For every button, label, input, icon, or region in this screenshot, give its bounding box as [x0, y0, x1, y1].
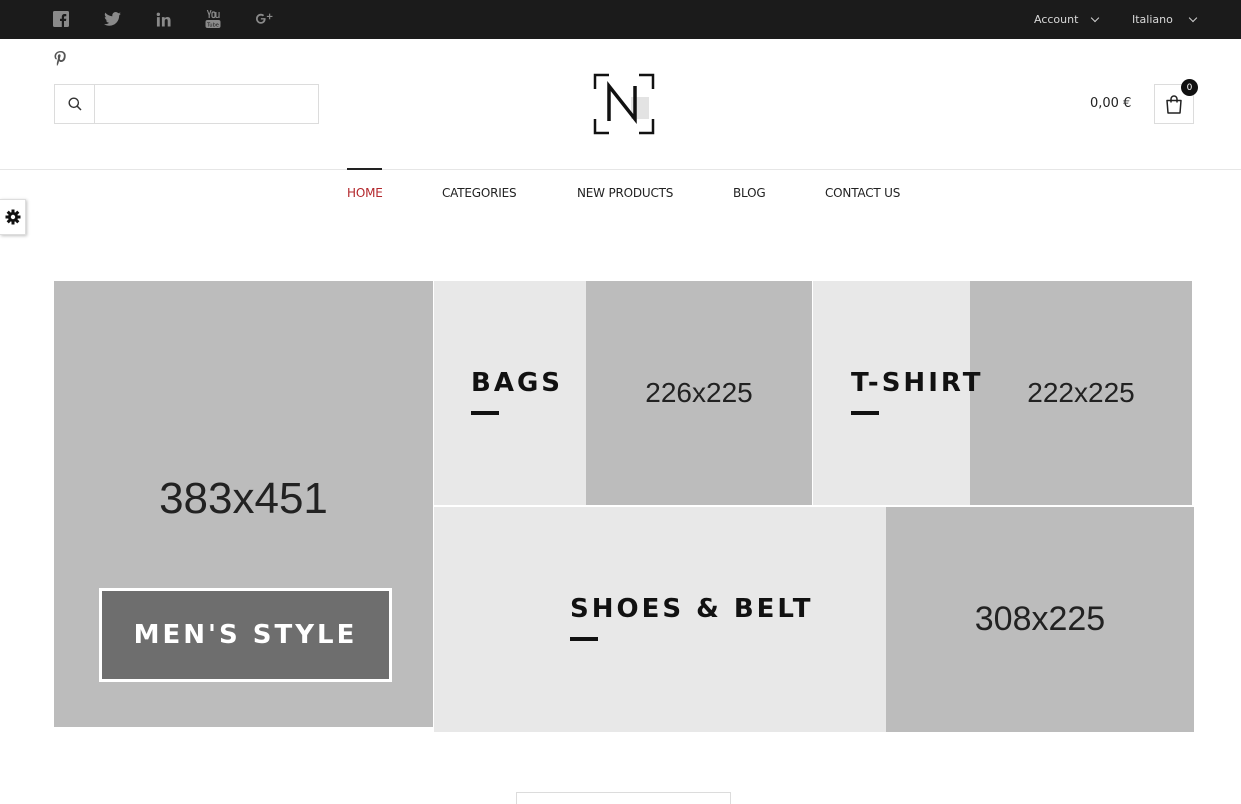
nav-item-categories[interactable]: CATEGORIES — [442, 186, 517, 200]
tshirt-placeholder-label: 222x225 — [1027, 377, 1135, 408]
section-heading-box — [516, 792, 731, 804]
bags-title: BAGS — [471, 368, 564, 398]
pinterest-icon[interactable] — [50, 48, 70, 68]
mens-placeholder-label: 383x451 — [159, 474, 328, 523]
tshirt-title-underline — [851, 411, 879, 415]
language-dropdown[interactable]: Italiano — [1132, 0, 1198, 39]
gear-icon — [5, 209, 20, 225]
shoes-banner-image[interactable]: 308x225 — [886, 507, 1194, 732]
google-plus-icon[interactable] — [252, 8, 276, 30]
bags-banner-image[interactable]: 226x225 — [586, 281, 812, 505]
search-box — [54, 84, 319, 124]
shoes-placeholder-label: 308x225 — [974, 600, 1106, 638]
twitter-icon[interactable] — [100, 8, 124, 30]
account-label: Account — [1034, 13, 1079, 26]
site-logo[interactable] — [593, 73, 655, 135]
bags-title-underline — [471, 411, 499, 415]
account-dropdown[interactable]: Account — [1034, 0, 1100, 39]
language-label: Italiano — [1132, 13, 1173, 26]
search-button[interactable] — [55, 85, 95, 123]
tshirt-banner-image[interactable]: 222x225 — [970, 281, 1192, 505]
tshirt-title: T-SHIRT — [851, 368, 984, 398]
search-icon — [68, 97, 82, 111]
facebook-icon[interactable] — [49, 8, 73, 30]
svg-text:Tube: Tube — [206, 23, 219, 29]
nav-item-blog[interactable]: BLOG — [733, 186, 766, 200]
settings-panel-toggle[interactable] — [0, 199, 26, 235]
chevron-down-icon — [1091, 13, 1100, 22]
cart-total[interactable]: 0,00 € — [1090, 96, 1131, 111]
bags-placeholder-label: 226x225 — [645, 377, 753, 408]
mens-style-button[interactable]: MEN'S STYLE — [99, 588, 392, 682]
nav-item-new-products[interactable]: NEW PRODUCTS — [577, 186, 673, 200]
shoes-title: SHOES & BELT — [570, 594, 814, 624]
top-bar: Tube Account Italiano — [0, 0, 1241, 39]
nav-item-contact-us[interactable]: CONTACT US — [825, 186, 900, 200]
youtube-icon[interactable]: Tube — [201, 8, 225, 30]
cart-count-badge: 0 — [1181, 79, 1198, 96]
nav-active-indicator — [347, 168, 382, 170]
linkedin-icon[interactable] — [151, 8, 175, 30]
search-input[interactable] — [95, 85, 318, 123]
shopping-bag-icon — [1166, 94, 1182, 114]
shoes-title-underline — [570, 637, 598, 641]
nav-item-home[interactable]: HOME — [347, 186, 383, 200]
nav-divider — [0, 169, 1241, 170]
chevron-down-icon — [1188, 13, 1198, 22]
